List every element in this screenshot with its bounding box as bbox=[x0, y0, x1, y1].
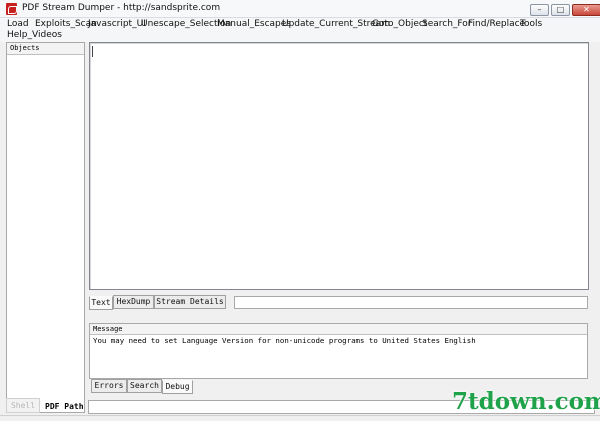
menu-search-for[interactable]: Search_For bbox=[422, 19, 471, 29]
menu-goto-object[interactable]: Goto_Object bbox=[372, 19, 427, 29]
menu-help-videos[interactable]: Help_Videos bbox=[7, 30, 62, 40]
message-column-header[interactable]: Message bbox=[90, 324, 587, 335]
minimize-button[interactable]: – bbox=[530, 4, 549, 16]
menu-load[interactable]: Load bbox=[7, 19, 29, 29]
menu-bar: Load Exploits_Scan Javascript_UI Unescap… bbox=[0, 18, 600, 42]
tab-errors[interactable]: Errors bbox=[91, 379, 127, 393]
message-row[interactable]: You may need to set Language Version for… bbox=[90, 335, 587, 347]
tab-text[interactable]: Text bbox=[89, 296, 113, 310]
status-bar bbox=[0, 415, 600, 421]
stream-info-field bbox=[234, 296, 588, 309]
tab-search[interactable]: Search bbox=[127, 379, 162, 393]
menu-manual-escapes[interactable]: Manual_Escapes bbox=[217, 19, 291, 29]
shell-button[interactable]: Shell bbox=[6, 398, 40, 413]
objects-header[interactable]: Objects bbox=[7, 43, 84, 55]
title-bar: PDF Stream Dumper - http://sandsprite.co… bbox=[0, 0, 600, 18]
pdf-app-icon bbox=[6, 3, 17, 15]
tab-stream-details[interactable]: Stream Details bbox=[154, 295, 226, 309]
menu-tools[interactable]: Tools bbox=[520, 19, 542, 29]
pdf-path-label: PDF Path bbox=[45, 402, 84, 411]
message-list[interactable]: Message You may need to set Language Ver… bbox=[89, 323, 588, 379]
menu-javascript-ui[interactable]: Javascript_UI bbox=[88, 19, 146, 29]
text-caret bbox=[92, 46, 93, 57]
tab-debug[interactable]: Debug bbox=[162, 380, 193, 394]
window-title: PDF Stream Dumper - http://sandsprite.co… bbox=[22, 3, 221, 13]
tab-hexdump[interactable]: HexDump bbox=[113, 295, 154, 309]
objects-list[interactable]: Objects bbox=[6, 42, 85, 413]
menu-find-replace[interactable]: Find/Replace bbox=[468, 19, 525, 29]
close-button[interactable]: ✕ bbox=[572, 4, 600, 16]
maximize-button[interactable]: □ bbox=[551, 4, 570, 16]
stream-text-editor[interactable] bbox=[89, 42, 589, 290]
watermark: 7tdown.com bbox=[452, 388, 600, 415]
